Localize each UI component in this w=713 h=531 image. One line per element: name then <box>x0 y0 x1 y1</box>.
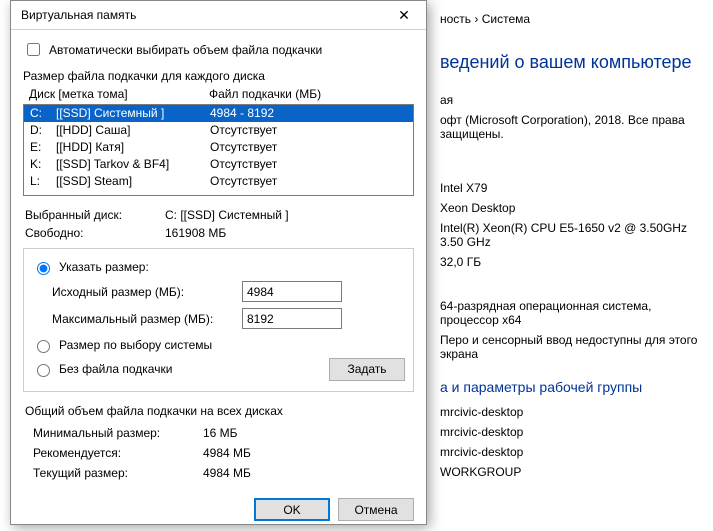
per-drive-label: Размер файла подкачки для каждого диска <box>23 69 414 83</box>
drive-label: [[SSD] Системный ] <box>56 105 210 122</box>
sys-pcname-2: mrcivic-desktop <box>440 425 703 439</box>
drive-label: [[SSD] Steam] <box>56 173 210 190</box>
titlebar: Виртуальная память ✕ <box>11 1 426 30</box>
drive-row[interactable]: K:[[SSD] Tarkov & BF4]Отсутствует <box>24 156 413 173</box>
drive-row[interactable]: D:[[HDD] Саша]Отсутствует <box>24 122 413 139</box>
drive-pagefile: Отсутствует <box>210 122 409 139</box>
radio-system-managed-label[interactable]: Размер по выбору системы <box>59 338 212 352</box>
selected-drive-value: C: [[SSD] Системный ] <box>165 208 414 222</box>
drive-row[interactable]: L:[[SSD] Steam]Отсутствует <box>24 173 413 190</box>
recommended-label: Рекомендуется: <box>33 446 203 460</box>
sys-section-workgroup: а и параметры рабочей группы <box>440 379 703 395</box>
drive-pagefile: Отсутствует <box>210 139 409 156</box>
drive-row[interactable]: E:[[HDD] Катя]Отсутствует <box>24 139 413 156</box>
drive-letter: C: <box>30 105 56 122</box>
max-size-label: Максимальный размер (МБ): <box>52 312 232 326</box>
min-size-label: Минимальный размер: <box>33 426 203 440</box>
col-pagefile: Файл подкачки (МБ) <box>209 87 321 101</box>
ok-button[interactable]: OK <box>254 498 330 521</box>
sys-platform: Xeon Desktop <box>440 201 703 215</box>
size-group: Указать размер: Исходный размер (МБ): Ма… <box>23 248 414 392</box>
total-group-label: Общий объем файла подкачки на всех диска… <box>23 404 414 418</box>
dialog-title: Виртуальная память <box>21 8 136 22</box>
initial-size-label: Исходный размер (МБ): <box>52 285 232 299</box>
sys-ram: 32,0 ГБ <box>440 255 703 269</box>
radio-system-managed[interactable] <box>37 340 50 353</box>
drive-pagefile: Отсутствует <box>210 173 409 190</box>
drive-list-header: Диск [метка тома] Файл подкачки (МБ) <box>23 85 414 103</box>
radio-custom-size[interactable] <box>37 262 50 275</box>
breadcrumb[interactable]: ность › Система <box>440 12 703 26</box>
drive-letter: K: <box>30 156 56 173</box>
cancel-button[interactable]: Отмена <box>338 498 414 521</box>
close-icon: ✕ <box>398 7 410 24</box>
sys-pcname-1: mrcivic-desktop <box>440 405 703 419</box>
radio-custom-size-label[interactable]: Указать размер: <box>59 260 149 274</box>
selected-drive-label: Выбранный диск: <box>25 208 165 222</box>
auto-manage-label[interactable]: Автоматически выбирать объем файла подка… <box>49 43 322 57</box>
recommended-value: 4984 МБ <box>203 446 414 460</box>
auto-manage-checkbox[interactable] <box>27 43 40 56</box>
min-size-value: 16 МБ <box>203 426 414 440</box>
drive-row[interactable]: C:[[SSD] Системный ]4984 - 8192 <box>24 105 413 122</box>
sys-edition-line: ая <box>440 93 703 107</box>
radio-no-pagefile-label[interactable]: Без файла подкачки <box>59 362 172 376</box>
set-button[interactable]: Задать <box>329 358 405 381</box>
drive-label: [[HDD] Саша] <box>56 122 210 139</box>
current-size-value: 4984 МБ <box>203 466 414 480</box>
sys-copyright: офт (Microsoft Corporation), 2018. Все п… <box>440 113 703 141</box>
sys-workgroup: WORKGROUP <box>440 465 703 479</box>
drive-pagefile: 4984 - 8192 <box>210 105 409 122</box>
sys-os: 64-разрядная операционная система, проце… <box>440 299 703 327</box>
drive-label: [[HDD] Катя] <box>56 139 210 156</box>
drive-letter: E: <box>30 139 56 156</box>
close-button[interactable]: ✕ <box>382 1 426 29</box>
initial-size-input[interactable] <box>242 281 342 302</box>
drive-list[interactable]: C:[[SSD] Системный ]4984 - 8192D:[[HDD] … <box>23 104 414 196</box>
sys-model: Intel X79 <box>440 181 703 195</box>
sys-pen: Перо и сенсорный ввод недоступны для это… <box>440 333 703 361</box>
col-disk: Диск [метка тома] <box>29 87 209 101</box>
free-space-label: Свободно: <box>25 226 165 240</box>
free-space-value: 161908 МБ <box>165 226 414 240</box>
drive-letter: L: <box>30 173 56 190</box>
dialog-buttons: OK Отмена <box>11 488 426 531</box>
drive-pagefile: Отсутствует <box>210 156 409 173</box>
page-title: ведений о вашем компьютере <box>440 52 703 73</box>
sys-pcname-3: mrcivic-desktop <box>440 445 703 459</box>
virtual-memory-dialog: Виртуальная память ✕ Автоматически выбир… <box>10 0 427 525</box>
drive-letter: D: <box>30 122 56 139</box>
drive-label: [[SSD] Tarkov & BF4] <box>56 156 210 173</box>
sys-cpu: Intel(R) Xeon(R) CPU E5-1650 v2 @ 3.50GH… <box>440 221 703 249</box>
radio-no-pagefile[interactable] <box>37 364 50 377</box>
max-size-input[interactable] <box>242 308 342 329</box>
current-size-label: Текущий размер: <box>33 466 203 480</box>
